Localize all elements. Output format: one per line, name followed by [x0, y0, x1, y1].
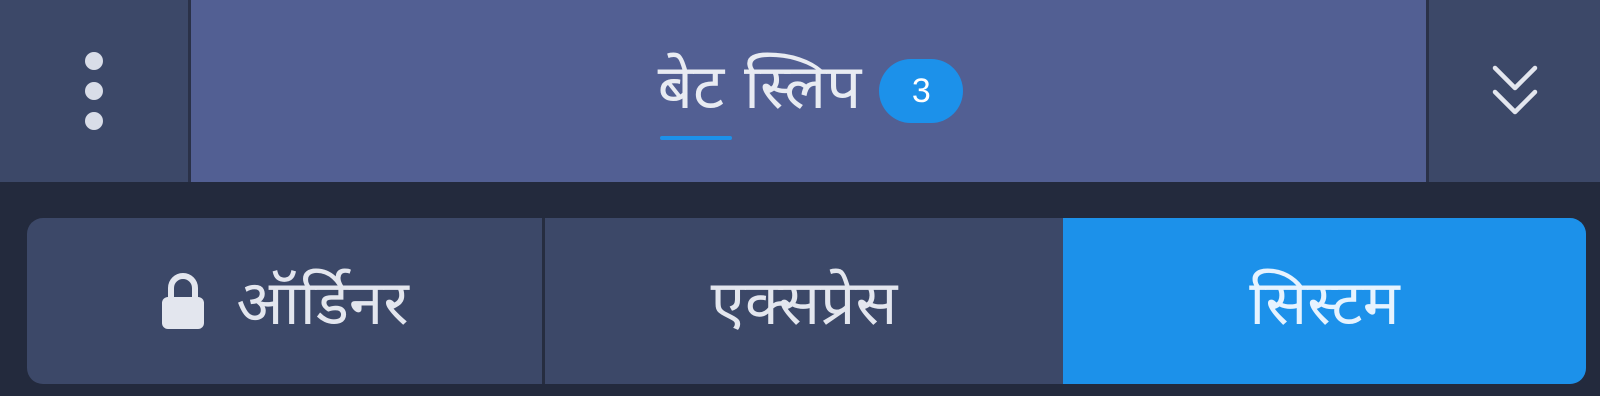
- tab-ordinar[interactable]: ऑर्डिनर: [27, 218, 545, 384]
- tab-label: सिस्टम: [1249, 266, 1400, 339]
- bet-count-badge: 3: [879, 59, 964, 123]
- page-title: बेट स्लिप: [658, 56, 861, 140]
- more-menu-button[interactable]: [0, 0, 191, 182]
- bet-slip-tab[interactable]: बेट स्लिप 3: [191, 0, 1426, 182]
- tab-express[interactable]: एक्सप्रेस: [545, 218, 1063, 384]
- bet-type-tabs: ऑर्डिनर एक्सप्रेस सिस्टम: [27, 218, 1586, 384]
- tab-system[interactable]: सिस्टम: [1063, 218, 1586, 384]
- tab-label: ऑर्डिनर: [236, 266, 409, 339]
- double-chevron-down-icon: [1492, 65, 1537, 115]
- title-underline: [659, 136, 732, 140]
- lock-icon: [160, 271, 206, 331]
- more-vertical-icon: [85, 52, 103, 130]
- collapse-button[interactable]: [1426, 0, 1600, 182]
- tab-label: एक्सप्रेस: [710, 266, 898, 339]
- bet-slip-header: बेट स्लिप 3: [0, 0, 1600, 182]
